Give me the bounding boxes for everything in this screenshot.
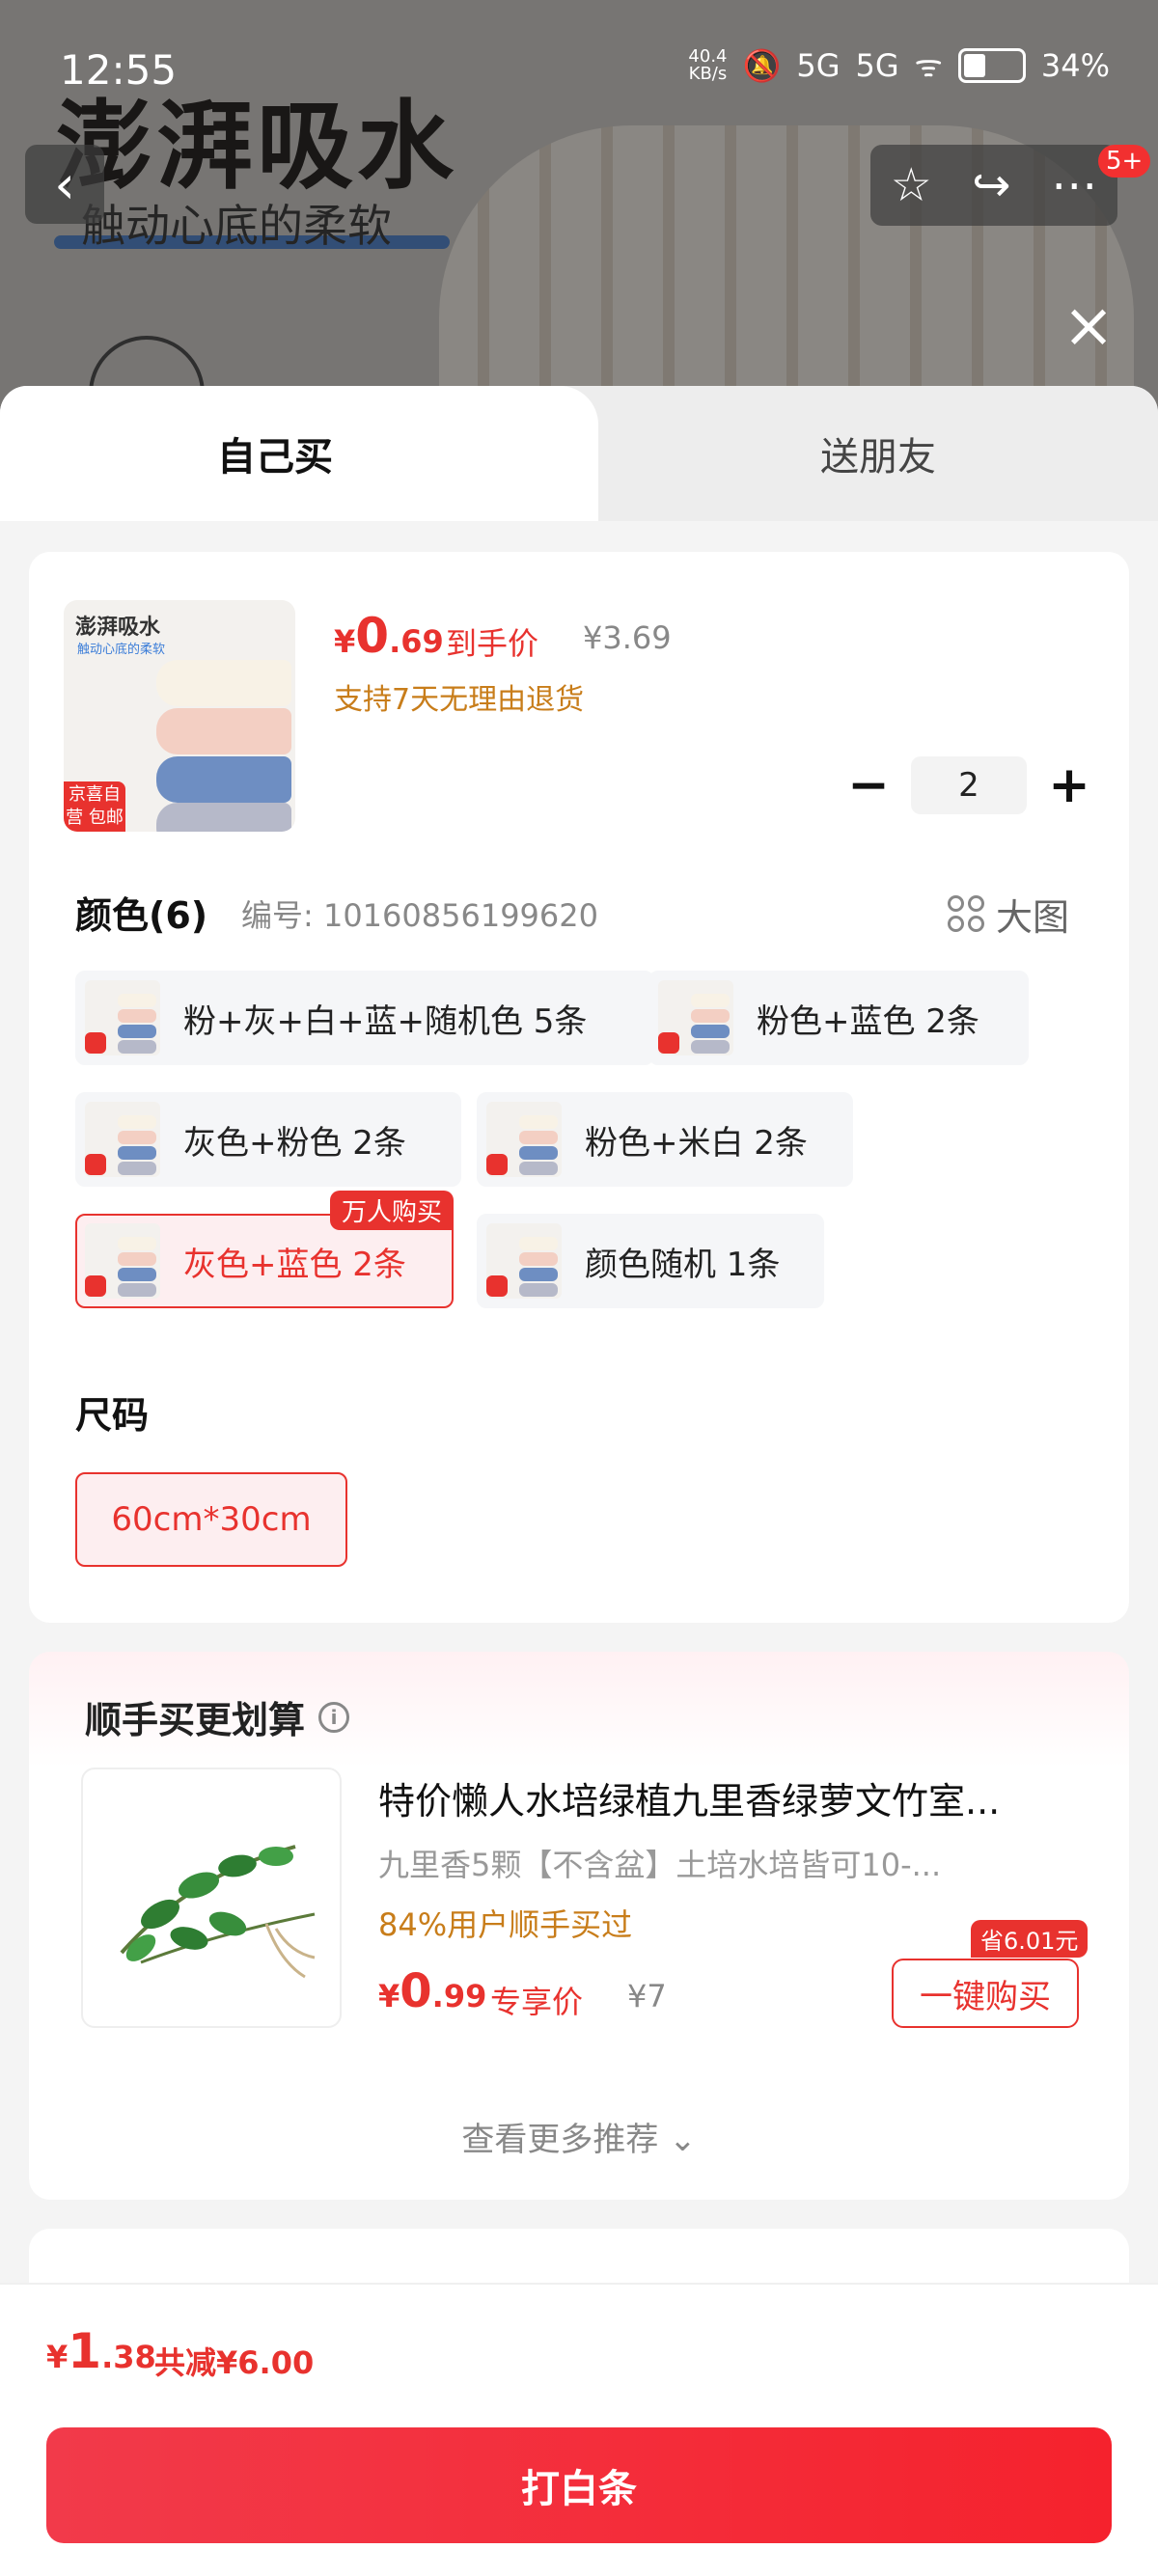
- thumb-title: 澎湃吸水: [75, 616, 161, 640]
- recommend-item-title[interactable]: 特价懒人水培绿植九里香绿萝文竹室...: [378, 1771, 1112, 1824]
- more-icon[interactable]: ⋯: [1051, 158, 1097, 212]
- pay-baitiao-button[interactable]: 打白条: [46, 2427, 1112, 2543]
- signal-5g-icon-2: 5G: [855, 46, 899, 84]
- purchase-sheet: 送朋友 自己买 澎湃吸水 触动心底的柔软 京喜自营 包邮 ¥0.69 到手价 ¥…: [0, 386, 1158, 2576]
- color-option[interactable]: 粉色+米白 2条: [477, 1092, 853, 1187]
- recommend-price-label: 专享价: [490, 1984, 584, 2020]
- towel-stripe: [156, 756, 291, 803]
- color-option[interactable]: 粉色+蓝色 2条: [648, 971, 1029, 1065]
- option-thumbnail: [85, 980, 160, 1055]
- color-option-selected[interactable]: 灰色+蓝色 2条 万人购买: [75, 1191, 454, 1308]
- tab-send-friend[interactable]: 送朋友: [598, 386, 1158, 521]
- tab-buy-self[interactable]: 自己买: [0, 386, 598, 521]
- total-discount: 共减¥6.00: [154, 2344, 315, 2381]
- wifi-icon: ᯤ: [914, 47, 943, 84]
- size-option-selected[interactable]: 60cm*30cm: [75, 1472, 347, 1567]
- status-icons: 40.4 KB/s 🔕 5G 5G ᯤ 34%: [688, 44, 1110, 86]
- plant-image: [120, 1845, 316, 1979]
- plant-thumbnail[interactable]: [81, 1768, 342, 2028]
- battery-percent: 34%: [1040, 46, 1110, 84]
- info-icon[interactable]: i: [318, 1701, 350, 1733]
- total-price: ¥1.38: [46, 2323, 156, 2379]
- option-thumbnail: [658, 980, 733, 1055]
- grid-icon: [948, 894, 986, 934]
- size-section-title: 尺码: [75, 1394, 150, 1437]
- purchase-tabs: 送朋友 自己买: [0, 386, 1158, 521]
- plus-icon[interactable]: +: [1040, 756, 1098, 814]
- star-icon[interactable]: ☆: [891, 158, 932, 212]
- recommend-card: 顺手买更划算 i 特价懒人水培绿植九里香绿萝文竹室... 九里香5颗【不含盆】土…: [29, 1652, 1129, 2200]
- close-icon[interactable]: ×: [1062, 295, 1116, 357]
- recommend-bought-stat: 84%用户顺手买过: [378, 1906, 633, 1943]
- checkout-bar: ¥1.38 共减¥6.00 打白条: [0, 2283, 1158, 2576]
- thumb-subtitle: 触动心底的柔软: [77, 643, 166, 657]
- back-button[interactable]: ‹: [25, 145, 104, 224]
- product-code: 编号: 10160856199620: [241, 897, 598, 934]
- status-time: 12:55: [60, 46, 178, 94]
- towel-stripe: [156, 708, 291, 754]
- popular-badge: 万人购买: [329, 1191, 454, 1230]
- recommend-original-price: ¥7: [627, 1978, 667, 2014]
- color-option[interactable]: 灰色+粉色 2条: [75, 1092, 461, 1187]
- top-actions: ☆ ↪ ⋯: [870, 145, 1117, 226]
- price-label: 到手价: [446, 625, 539, 662]
- color-section-title: 颜色(6): [75, 894, 208, 937]
- recommend-item-desc: 九里香5颗【不含盆】土培水培皆可10-...: [378, 1847, 942, 1883]
- option-thumbnail: [486, 1102, 562, 1177]
- minus-icon[interactable]: −: [840, 756, 897, 814]
- color-option[interactable]: 粉+灰+白+蓝+随机色 5条: [75, 971, 654, 1065]
- return-policy: 支持7天无理由退货: [334, 683, 585, 717]
- chevron-left-icon: ‹: [54, 153, 75, 215]
- message-badge: 5+: [1098, 145, 1151, 178]
- mute-bell-icon: 🔕: [742, 46, 782, 84]
- recommend-price: ¥0.99: [378, 1964, 487, 2018]
- option-thumbnail: [85, 1223, 160, 1299]
- option-thumbnail: [486, 1223, 562, 1299]
- more-recommend-link[interactable]: 查看更多推荐 ⌄: [29, 2113, 1129, 2160]
- recommend-title: 顺手买更划算 i: [85, 1690, 350, 1743]
- color-option[interactable]: 颜色随机 1条: [477, 1214, 824, 1308]
- option-thumbnail: [85, 1102, 160, 1177]
- one-click-buy-button[interactable]: 一键购买: [892, 1959, 1079, 2028]
- sku-card: 澎湃吸水 触动心底的柔软 京喜自营 包邮 ¥0.69 到手价 ¥3.69 支持7…: [29, 552, 1129, 1623]
- thumb-tag: 京喜自营 包邮: [64, 781, 125, 832]
- towel-stripe: [156, 660, 291, 706]
- towel-stripe: [156, 803, 291, 832]
- big-picture-button[interactable]: 大图: [948, 888, 1069, 941]
- net-speed: 40.4 KB/s: [688, 45, 728, 84]
- quantity-stepper: − 2 +: [840, 756, 1098, 814]
- signal-5g-icon: 5G: [796, 46, 841, 84]
- quantity-value[interactable]: 2: [911, 756, 1027, 814]
- final-price: ¥0.69: [334, 608, 444, 664]
- status-bar: 12:55 40.4 KB/s 🔕 5G 5G ᯤ 34%: [0, 0, 1158, 125]
- save-amount-tag: 省6.01元: [971, 1920, 1089, 1958]
- battery-icon: [957, 47, 1026, 83]
- share-icon[interactable]: ↪: [972, 158, 1010, 212]
- product-thumbnail[interactable]: 澎湃吸水 触动心底的柔软 京喜自营 包邮: [64, 600, 295, 832]
- original-price: ¥3.69: [583, 619, 672, 656]
